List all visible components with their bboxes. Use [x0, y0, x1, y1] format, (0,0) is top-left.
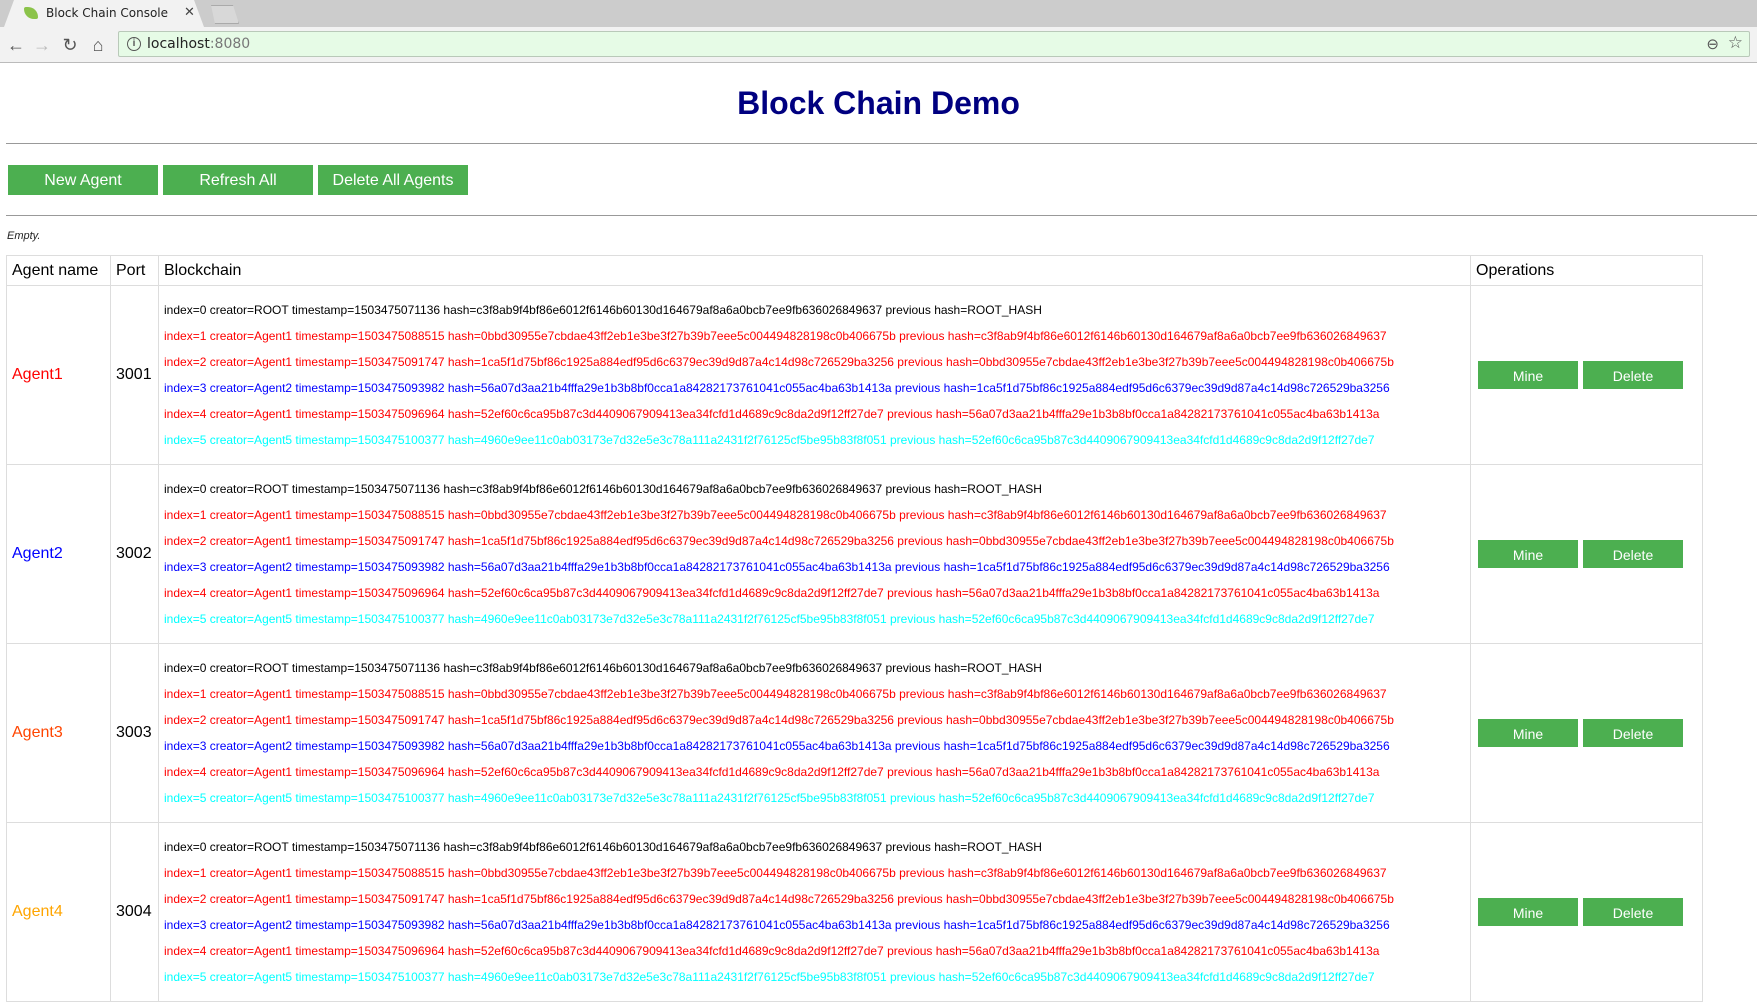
block-entry: index=2 creator=Agent1 timestamp=1503475…	[164, 534, 1394, 548]
browser-tab-bar: Block Chain Console ✕	[0, 0, 1757, 27]
agents-table: Agent name Port Blockchain Operations Ag…	[6, 255, 1703, 1002]
block-entry: index=0 creator=ROOT timestamp=150347507…	[164, 482, 1042, 496]
delete-agent-button[interactable]: Delete	[1583, 361, 1683, 389]
new-agent-button[interactable]: New Agent	[8, 165, 158, 195]
refresh-all-button[interactable]: Refresh All	[163, 165, 313, 195]
divider	[6, 215, 1757, 216]
block-entry: index=5 creator=Agent5 timestamp=1503475…	[164, 970, 1375, 984]
mine-button[interactable]: Mine	[1478, 719, 1578, 747]
operations-cell: Mine Delete	[1470, 822, 1703, 1002]
block-entry: index=5 creator=Agent5 timestamp=1503475…	[164, 433, 1375, 447]
block-entry: index=3 creator=Agent2 timestamp=1503475…	[164, 381, 1390, 395]
agent-name: Agent4	[12, 903, 63, 920]
blockchain-cell: index=0 creator=ROOT timestamp=150347507…	[158, 643, 1471, 823]
agent-name: Agent2	[12, 545, 63, 562]
block-entry: index=1 creator=Agent1 timestamp=1503475…	[164, 687, 1387, 701]
forward-icon[interactable]: →	[30, 33, 54, 57]
page-title: Block Chain Demo	[737, 85, 1020, 121]
delete-agent-button[interactable]: Delete	[1583, 540, 1683, 568]
agent-name-cell: Agent1	[6, 285, 111, 465]
url-host: localhost	[147, 36, 210, 52]
block-entry: index=0 creator=ROOT timestamp=150347507…	[164, 840, 1042, 854]
block-entry: index=4 creator=Agent1 timestamp=1503475…	[164, 765, 1380, 779]
agent-port: 3004	[110, 822, 159, 1002]
spring-leaf-icon	[24, 7, 38, 19]
delete-agent-button[interactable]: Delete	[1583, 719, 1683, 747]
block-entry: index=5 creator=Agent5 timestamp=1503475…	[164, 612, 1375, 626]
url-text[interactable]: localhost:8080	[147, 36, 250, 52]
block-entry: index=2 creator=Agent1 timestamp=1503475…	[164, 713, 1394, 727]
blockchain-cell: index=0 creator=ROOT timestamp=150347507…	[158, 822, 1471, 1002]
operations-cell: Mine Delete	[1470, 464, 1703, 644]
status-text: Empty.	[7, 230, 41, 242]
mine-button[interactable]: Mine	[1478, 361, 1578, 389]
operations-cell: Mine Delete	[1470, 285, 1703, 465]
table-row: Agent1 3001 index=0 creator=ROOT timestamp…	[6, 285, 1703, 465]
agent-port: 3001	[110, 285, 159, 465]
divider	[6, 143, 1757, 144]
block-entry: index=0 creator=ROOT timestamp=150347507…	[164, 303, 1042, 317]
agent-name: Agent3	[12, 724, 63, 741]
block-entry: index=0 creator=ROOT timestamp=150347507…	[164, 661, 1042, 675]
browser-tab[interactable]: Block Chain Console ✕	[4, 0, 204, 27]
blockchain-cell: index=0 creator=ROOT timestamp=150347507…	[158, 285, 1471, 465]
agents-table-body: Agent1 3001 index=0 creator=ROOT timestamp…	[6, 285, 1703, 1002]
blockchain-cell: index=0 creator=ROOT timestamp=150347507…	[158, 464, 1471, 644]
block-entry: index=2 creator=Agent1 timestamp=1503475…	[164, 892, 1394, 906]
block-entry: index=1 creator=Agent1 timestamp=1503475…	[164, 329, 1387, 343]
agent-name: Agent1	[12, 366, 63, 383]
new-tab-button[interactable]	[211, 5, 239, 24]
block-entry: index=3 creator=Agent2 timestamp=1503475…	[164, 918, 1390, 932]
close-icon[interactable]: ✕	[184, 4, 195, 20]
home-icon[interactable]: ⌂	[86, 33, 110, 57]
agent-port: 3003	[110, 643, 159, 823]
url-port: :8080	[209, 36, 251, 52]
zoom-out-icon[interactable]: ⊖	[1706, 35, 1719, 53]
agent-name-cell: Agent2	[6, 464, 111, 644]
mine-button[interactable]: Mine	[1478, 898, 1578, 926]
header-port: Port	[110, 255, 159, 286]
back-icon[interactable]: ←	[4, 33, 28, 57]
toolbar-buttons: New Agent Refresh All Delete All Agents	[8, 165, 473, 195]
block-entry: index=3 creator=Agent2 timestamp=1503475…	[164, 739, 1390, 753]
delete-all-agents-button[interactable]: Delete All Agents	[318, 165, 468, 195]
table-row: Agent4 3004 index=0 creator=ROOT timestamp…	[6, 822, 1703, 1002]
address-bar[interactable]: i localhost:8080 ⊖ ☆	[118, 31, 1750, 57]
header-blockchain: Blockchain	[158, 255, 1471, 286]
block-entry: index=2 creator=Agent1 timestamp=1503475…	[164, 355, 1394, 369]
reload-icon[interactable]: ↻	[58, 33, 82, 57]
operations-cell: Mine Delete	[1470, 643, 1703, 823]
header-agent-name: Agent name	[6, 255, 111, 286]
mine-button[interactable]: Mine	[1478, 540, 1578, 568]
block-entry: index=3 creator=Agent2 timestamp=1503475…	[164, 560, 1390, 574]
table-row: Agent2 3002 index=0 creator=ROOT timestamp…	[6, 464, 1703, 644]
agent-name-cell: Agent3	[6, 643, 111, 823]
header-operations: Operations	[1470, 255, 1703, 286]
browser-toolbar: ← → ↻ ⌂ i localhost:8080 ⊖ ☆	[0, 27, 1757, 63]
block-entry: index=4 creator=Agent1 timestamp=1503475…	[164, 586, 1380, 600]
block-entry: index=5 creator=Agent5 timestamp=1503475…	[164, 791, 1375, 805]
delete-agent-button[interactable]: Delete	[1583, 898, 1683, 926]
block-entry: index=4 creator=Agent1 timestamp=1503475…	[164, 944, 1380, 958]
tab-title: Block Chain Console	[46, 6, 168, 20]
star-icon[interactable]: ☆	[1728, 33, 1743, 53]
block-entry: index=1 creator=Agent1 timestamp=1503475…	[164, 508, 1387, 522]
agent-name-cell: Agent4	[6, 822, 111, 1002]
block-entry: index=4 creator=Agent1 timestamp=1503475…	[164, 407, 1380, 421]
block-entry: index=1 creator=Agent1 timestamp=1503475…	[164, 866, 1387, 880]
table-header-row: Agent name Port Blockchain Operations	[6, 255, 1703, 286]
table-row: Agent3 3003 index=0 creator=ROOT timestamp…	[6, 643, 1703, 823]
agent-port: 3002	[110, 464, 159, 644]
info-icon[interactable]: i	[127, 37, 141, 51]
